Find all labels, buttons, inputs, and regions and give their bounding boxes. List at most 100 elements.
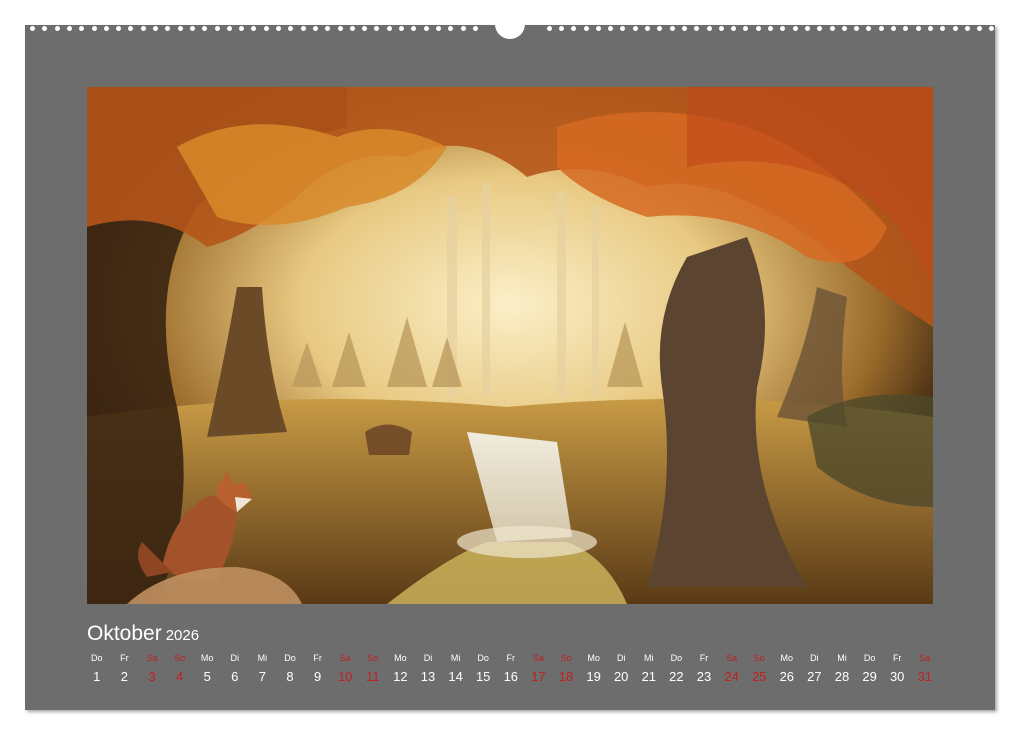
binding-hole [411,26,417,31]
day-27: Di 27 [801,652,829,684]
day-number: 3 [148,669,156,684]
day-26: Mo 26 [773,652,801,684]
binding-hole [841,26,847,31]
day-29: Do 29 [856,652,884,684]
calendar-photo [87,87,933,604]
day-21: Mi 21 [635,652,663,684]
binding-hole [620,26,626,31]
day-16: Fr 16 [497,652,525,684]
day-number: 18 [558,669,574,684]
binding-hole [349,26,355,31]
weekday-label: Sa [339,653,351,663]
day-number: 10 [337,669,353,684]
binding-hole [79,26,85,31]
binding-hole [903,26,909,31]
binding-hole [325,26,331,31]
day-number: 26 [779,669,795,684]
binding-hole [128,26,134,31]
binding-hole [435,26,441,31]
day-number: 23 [696,669,712,684]
month-name: Oktober [87,622,162,645]
day-number: 19 [586,669,601,684]
binding-hole [915,26,921,31]
day-number: 28 [834,669,850,684]
weekday-label: Di [230,653,240,663]
binding-hole [386,26,392,31]
binding-hole [177,26,183,31]
weekday-label: Do [863,653,876,663]
day-number: 31 [917,669,933,684]
weekday-label: Fr [120,653,129,663]
day-number: 11 [366,669,380,684]
binding-hole [66,26,72,31]
binding-hole [878,26,884,31]
day-11: So 11 [359,652,387,684]
day-23: Fr 23 [690,652,718,684]
binding-hole [706,26,712,31]
binding-hole [337,26,343,31]
day-10: Sa 10 [331,652,359,684]
binding-hole [866,26,872,31]
weekday-label: Di [616,653,626,663]
weekday-label: Sa [146,653,158,663]
day-17: Sa 17 [525,652,553,684]
day-number: 27 [807,669,822,684]
binding-hole [977,26,983,31]
weekday-label: Mo [394,653,407,663]
day-28: Mi 28 [828,652,856,684]
day-13: Di 13 [414,652,442,684]
day-25: So 25 [745,652,773,684]
binding-hole [792,26,798,31]
binding-hole [669,26,675,31]
binding-hole [681,26,687,31]
binding-hole [829,26,835,31]
binding-hole [694,26,700,31]
weekday-label: Fr [892,653,902,663]
day-number: 22 [669,669,684,684]
binding-hole [263,26,269,31]
binding-hole [202,26,208,31]
binding-hole [571,26,577,31]
binding-hole [103,26,109,31]
binding-hole [927,26,933,31]
weekday-label: Do [477,653,489,663]
day-number: 29 [862,669,877,684]
weekday-label: So [174,653,186,663]
day-number: 15 [475,669,491,684]
day-24: Sa 24 [718,652,746,684]
binding-hole [251,26,257,31]
binding-hole [952,26,958,31]
binding-hole [657,26,663,31]
day-30: Fr 30 [883,652,911,684]
day-number: 21 [641,669,657,684]
weekday-label: Do [91,653,103,663]
weekday-label: Do [670,653,683,663]
day-number: 14 [448,669,463,684]
weekday-label: Fr [313,653,322,663]
weekday-label: Di [423,653,433,663]
binding-hole [718,26,724,31]
day-18: So 18 [552,652,580,684]
day-1: Do 1 [83,652,111,684]
day-2: Fr 2 [111,652,139,684]
binding-hole [940,26,946,31]
weekday-label: Do [284,653,296,663]
binding-hole [91,26,97,31]
month-title: Oktober 2026 [87,622,199,646]
binding-hole [645,26,650,31]
binding-hole [300,26,306,31]
binding-hole [817,26,823,31]
binding-hole [189,26,195,31]
weekday-label: Mo [780,653,794,663]
day-20: Di 20 [607,652,635,684]
weekday-label: Mi [644,653,654,663]
binding-hole [226,26,232,31]
day-31: Sa 31 [911,652,939,684]
day-number: 8 [286,669,294,684]
binding-hole [423,26,429,31]
weekday-label: Mo [200,653,214,663]
binding-hole [276,26,281,31]
binding-hole [632,26,638,31]
binding-hole [964,26,970,31]
day-8: Do 8 [276,652,304,684]
